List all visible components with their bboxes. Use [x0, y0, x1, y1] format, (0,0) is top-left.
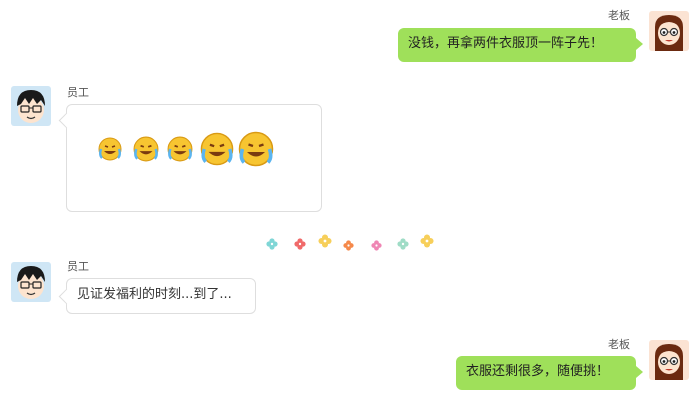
clover-icon — [266, 235, 278, 254]
message-bubble-boss[interactable]: 衣服还剩很多，随便挑！ — [456, 356, 636, 390]
message-bubble-boss[interactable]: 没钱，再拿两件衣服顶一阵子先！ — [398, 28, 636, 62]
clover-icon — [294, 235, 306, 254]
clover-icon — [397, 235, 409, 254]
employee-avatar[interactable] — [11, 262, 51, 302]
employee-avatar[interactable] — [11, 86, 51, 126]
clover-icon — [371, 236, 382, 255]
bubble-tail — [636, 38, 643, 50]
laugh-cry-emoji — [98, 137, 122, 165]
message-bubble-employee[interactable]: 见证发福利的时刻...到了... — [66, 278, 256, 314]
sender-name-boss: 老板 — [608, 9, 630, 22]
laugh-cry-emoji — [200, 132, 234, 170]
sender-name-boss: 老板 — [608, 338, 630, 351]
laugh-cry-emoji — [133, 136, 159, 166]
clover-icon — [420, 233, 434, 252]
clover-icon — [343, 236, 354, 255]
boss-avatar[interactable] — [649, 340, 689, 380]
laugh-cry-emoji — [167, 136, 193, 166]
clover-icon — [318, 233, 332, 252]
bubble-tail — [636, 366, 643, 378]
sender-name-employee: 员工 — [67, 260, 89, 273]
laugh-cry-emoji — [238, 131, 274, 171]
sender-name-employee: 员工 — [67, 86, 89, 99]
boss-avatar[interactable] — [649, 11, 689, 51]
